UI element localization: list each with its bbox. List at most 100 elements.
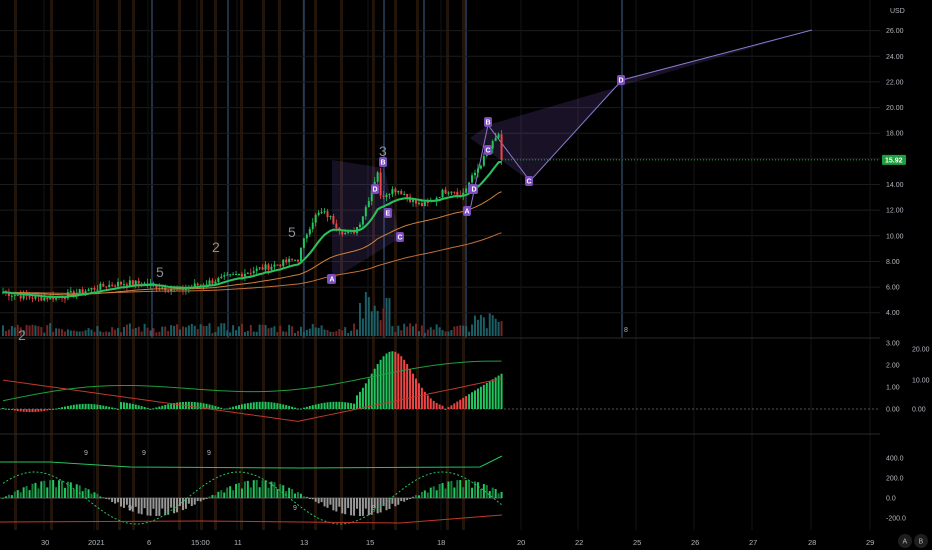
volume-bar [96, 326, 99, 336]
momentum-bar [4, 496, 7, 498]
candle-body [394, 189, 397, 193]
oscillator-bar [353, 403, 356, 409]
momentum-bar [72, 489, 75, 498]
volume-bar [344, 327, 347, 336]
volume-bar [217, 326, 220, 336]
momentum-bar [323, 498, 326, 507]
oscillator-bar [93, 404, 96, 409]
oscillator-bar [28, 409, 31, 413]
volume-bar [388, 298, 391, 336]
volume-bar [208, 323, 211, 336]
volume-bar [229, 332, 232, 336]
volume-bar [488, 313, 491, 336]
wave-label: D [373, 187, 378, 194]
volume-bar [358, 302, 361, 336]
oscillator-bar [376, 364, 379, 409]
momentum-bar [347, 498, 350, 509]
x-tick: 18 [437, 538, 445, 547]
volume-bar [282, 331, 285, 336]
momentum-bar [211, 494, 214, 498]
momentum-bar [447, 481, 450, 498]
oscillator-bar [43, 409, 46, 411]
volume-bar [406, 326, 409, 336]
oscillator-bar [114, 408, 117, 410]
candle-body [361, 216, 364, 225]
volume-bar [356, 329, 358, 336]
volume-bar [302, 331, 305, 336]
volume-bar [226, 330, 229, 336]
oscillator-bar [364, 383, 367, 409]
momentum-bar [217, 491, 220, 498]
volume-bar [341, 330, 344, 336]
volume-bar [52, 331, 55, 336]
volume-bar [326, 330, 329, 336]
candle-body [255, 268, 258, 272]
last-price-label: 15.92 [885, 157, 903, 164]
oscillator-tick: 0.00 [886, 407, 900, 414]
candle-body [46, 297, 49, 300]
momentum-bar [111, 498, 114, 502]
volume-bar [474, 315, 476, 336]
session-band [118, 0, 121, 530]
momentum-bar [252, 480, 255, 498]
oscillator-bar [4, 408, 7, 410]
oscillator-bar [238, 405, 240, 409]
volume-bar [10, 325, 13, 336]
oscillator-bar [58, 407, 61, 409]
oscillator-bar [311, 405, 314, 409]
candle-body [13, 295, 16, 297]
volume-bar [500, 321, 503, 336]
session-band [178, 0, 181, 530]
volume-bar [25, 324, 28, 336]
volume-bar [181, 326, 184, 336]
oscillator-bar [373, 368, 376, 409]
oscillator-bar [273, 402, 276, 409]
momentum-bar [261, 480, 264, 498]
x-tick: 25 [633, 538, 641, 547]
momentum-bar [226, 487, 229, 498]
momentum-bar [314, 498, 317, 502]
volume-bar [63, 331, 66, 336]
price-tick: 8.00 [886, 259, 900, 266]
price-tick: 14.00 [886, 182, 904, 189]
momentum-bar [415, 495, 417, 498]
price-tick: 22.00 [886, 79, 904, 86]
candle-body [317, 212, 320, 216]
volume-bar [125, 324, 128, 336]
momentum-bar [385, 498, 388, 511]
candle-body [211, 280, 214, 284]
volume-bar [285, 331, 288, 336]
chart-canvas[interactable]: 999999 USD26.0024.0022.0020.0018.0016.00… [0, 0, 932, 550]
volume-bar [179, 329, 181, 336]
volume-bar [400, 330, 403, 336]
momentum-label: 9 [372, 505, 376, 512]
momentum-bar [108, 498, 111, 500]
volume-bar [361, 318, 364, 336]
oscillator-bar [468, 394, 471, 409]
oscillator-tick-right: 0.00 [912, 407, 926, 414]
candle-body [494, 137, 497, 142]
momentum-bar [429, 487, 432, 498]
oscillator-bar [438, 404, 441, 409]
marker-label: 8 [624, 327, 628, 334]
candle-body [16, 295, 19, 297]
candle-body [196, 283, 199, 286]
momentum-bar [152, 498, 155, 509]
momentum-bar [158, 498, 161, 516]
x-tick: 22 [575, 538, 583, 547]
candle-body [474, 172, 476, 176]
oscillator-bar [108, 406, 111, 409]
volume-bar [347, 332, 350, 336]
ema-slowest-line [2, 232, 502, 294]
oscillator-bar [412, 373, 415, 409]
oscillator-bar [13, 409, 16, 411]
volume-bar [397, 325, 400, 336]
oscillator-bar [22, 409, 25, 412]
momentum-bar [485, 485, 488, 498]
candle-body [471, 175, 474, 183]
momentum-bar [308, 498, 311, 499]
oscillator-bar [46, 409, 49, 411]
oscillator-bar [187, 401, 190, 409]
momentum-bar [40, 481, 43, 498]
momentum-bar [235, 483, 238, 498]
